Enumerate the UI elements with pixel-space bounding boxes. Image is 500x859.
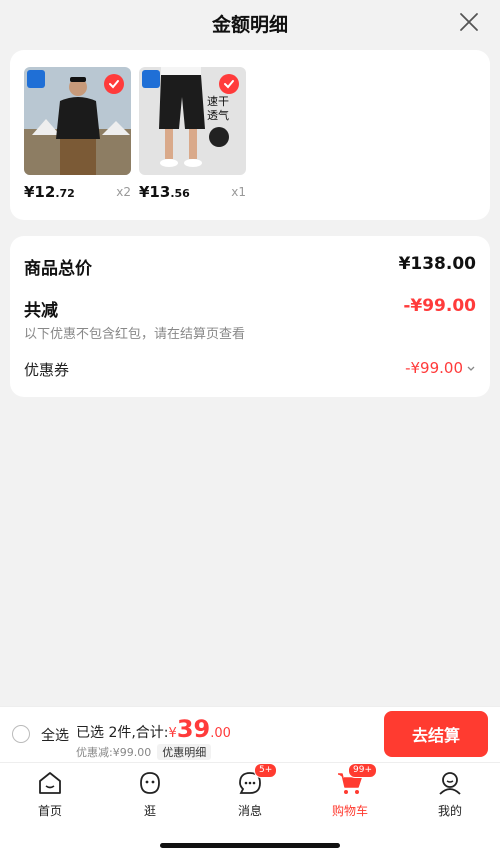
discount-amount-text: 优惠减:¥99.00 <box>76 746 152 759</box>
total-price-value: ¥138.00 <box>398 254 476 274</box>
home-icon <box>36 769 64 797</box>
svg-text:速干: 速干 <box>207 95 229 108</box>
svg-text:透气: 透气 <box>207 108 229 122</box>
tab-label: 逛 <box>143 804 156 818</box>
product-quantity: x1 <box>231 185 246 199</box>
discount-value: -¥99.00 <box>403 296 476 316</box>
brand-logo-icon <box>27 70 45 88</box>
chevron-down-icon <box>467 366 475 371</box>
tab-label: 购物车 <box>331 804 368 818</box>
profile-icon <box>436 769 464 797</box>
tab-label: 首页 <box>37 804 62 818</box>
tab-label: 消息 <box>237 804 262 818</box>
coupon-label: 优惠券 <box>24 361 70 379</box>
products-card: ¥12.72 x2 速干 透气 ¥13.56 x1 <box>10 50 490 220</box>
discount-detail-chip[interactable]: 优惠明细 <box>157 744 212 760</box>
close-icon[interactable] <box>458 11 480 33</box>
selected-count-text: 已选 2件,合计: <box>76 725 169 741</box>
product-price: ¥13.56 <box>139 183 190 201</box>
product-quantity: x2 <box>116 185 131 199</box>
product-item[interactable]: ¥12.72 x2 <box>24 67 131 201</box>
grand-total: ¥39.00 <box>168 715 231 743</box>
browse-icon <box>136 769 164 797</box>
product-image[interactable]: 速干 透气 <box>139 67 246 175</box>
selected-summary: 已选 2件,合计:¥39.00 <box>76 715 231 743</box>
discount-summary: 优惠减:¥99.00 优惠明细 <box>76 744 212 760</box>
home-indicator <box>160 843 340 848</box>
brand-logo-icon <box>142 70 160 88</box>
checkout-bar: 全选 已选 2件,合计:¥39.00 优惠减:¥99.00 优惠明细 去结算 <box>0 706 500 762</box>
message-icon: 5+ <box>236 763 278 797</box>
select-all-label[interactable]: 全选 <box>41 725 69 745</box>
total-price-label: 商品总价 <box>24 259 92 279</box>
product-image[interactable] <box>24 67 131 175</box>
message-badge: 5+ <box>254 763 278 778</box>
cart-badge: 99+ <box>348 763 377 778</box>
discount-note: 以下优惠不包含红包，请在结算页查看 <box>24 327 246 342</box>
tab-profile[interactable]: 我的 <box>400 767 500 819</box>
tab-home[interactable]: 首页 <box>0 767 100 819</box>
select-all-radio[interactable] <box>12 725 30 743</box>
discount-label: 共减 <box>24 301 58 321</box>
sheet-header: 金额明细 <box>0 0 500 46</box>
selected-check-icon[interactable] <box>104 74 124 94</box>
tab-label: 我的 <box>437 804 462 818</box>
coupon-row[interactable]: 优惠券 -¥99.00 <box>24 359 476 381</box>
sheet-title: 金额明细 <box>211 13 288 36</box>
price-summary-card: 商品总价 ¥138.00 共减 -¥99.00 以下优惠不包含红包，请在结算页查… <box>10 236 490 397</box>
product-price: ¥12.72 <box>24 183 75 201</box>
product-item[interactable]: 速干 透气 ¥13.56 x1 <box>139 67 246 201</box>
tab-cart[interactable]: 99+ 购物车 <box>300 763 400 819</box>
checkout-button[interactable]: 去结算 <box>384 711 488 757</box>
tab-messages[interactable]: 5+ 消息 <box>200 763 300 819</box>
tab-browse[interactable]: 逛 <box>100 767 200 819</box>
cart-icon: 99+ <box>336 763 377 797</box>
selected-check-icon[interactable] <box>219 74 239 94</box>
coupon-value[interactable]: -¥99.00 <box>405 359 476 377</box>
